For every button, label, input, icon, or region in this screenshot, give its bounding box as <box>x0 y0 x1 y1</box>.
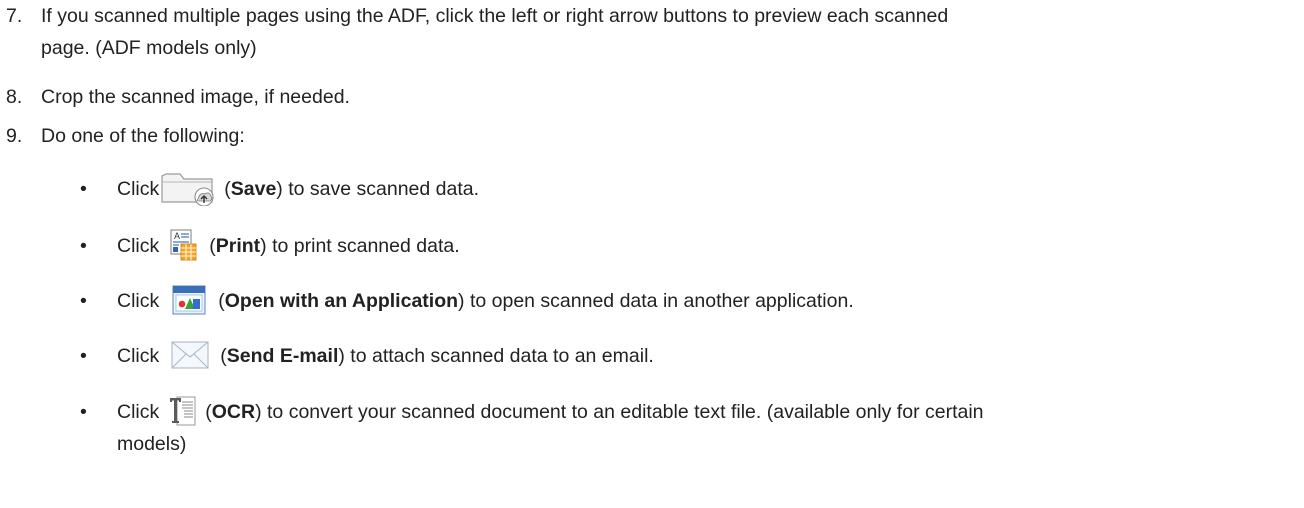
step-8: 8. Crop the scanned image, if needed. <box>6 81 1296 113</box>
step-number: 8. <box>6 86 23 108</box>
step-text: If you scanned multiple pages using the … <box>41 0 1296 64</box>
option-text: Click (OCR) to convert your scanned docu… <box>117 395 1295 458</box>
click-word: Click <box>117 290 160 312</box>
open-with-application-label: Open with an Application <box>224 290 459 312</box>
ocr-icon[interactable] <box>168 394 198 428</box>
option-text: Click (Open with an Application) to open… <box>117 284 1295 318</box>
bullet: • <box>80 401 87 423</box>
step-text-line: page. (ADF models only) <box>41 37 257 59</box>
bullet: • <box>80 235 87 257</box>
email-envelope-icon[interactable] <box>171 339 209 371</box>
option-description: to convert your scanned document to an e… <box>261 401 984 423</box>
send-email-label: Send E-mail <box>226 345 339 367</box>
step-9: 9. Do one of the following: <box>6 120 1296 152</box>
bullet: • <box>80 345 87 367</box>
folder-save-icon[interactable] <box>160 170 218 206</box>
option-description: to attach scanned data to an email. <box>344 345 654 367</box>
option-text: Click A (Print) to print scanned data. <box>117 229 1295 264</box>
open-application-icon[interactable] <box>172 285 206 315</box>
bullet: • <box>80 290 87 312</box>
step-number: 7. <box>6 5 23 27</box>
click-word: Click <box>117 178 160 201</box>
option-description: to open scanned data in another applicat… <box>464 290 854 312</box>
save-label: Save <box>230 178 277 201</box>
option-description: to save scanned data. <box>282 178 480 201</box>
option-description-line2: models) <box>117 432 187 455</box>
print-label: Print <box>215 235 261 257</box>
bullet: • <box>80 178 87 200</box>
step-text: Crop the scanned image, if needed. <box>41 86 350 108</box>
print-icon[interactable]: A <box>169 228 199 262</box>
step-7: 7. If you scanned multiple pages using t… <box>6 0 1296 59</box>
click-word: Click <box>117 401 160 423</box>
option-description: to print scanned data. <box>266 235 460 257</box>
click-word: Click <box>117 345 160 367</box>
click-word: Click <box>117 235 160 257</box>
option-text: Click (Send E-mail) to attach scanned da… <box>117 339 1295 373</box>
step-number: 9. <box>6 125 23 147</box>
step-text-line: If you scanned multiple pages using the … <box>41 5 949 27</box>
step-text: Do one of the following: <box>41 125 245 147</box>
option-text: Click (Save) to save scanned data. <box>117 172 1295 208</box>
svg-text:A: A <box>174 231 180 241</box>
ocr-label: OCR <box>211 401 256 423</box>
instructions-document: 7. If you scanned multiple pages using t… <box>0 0 1304 508</box>
